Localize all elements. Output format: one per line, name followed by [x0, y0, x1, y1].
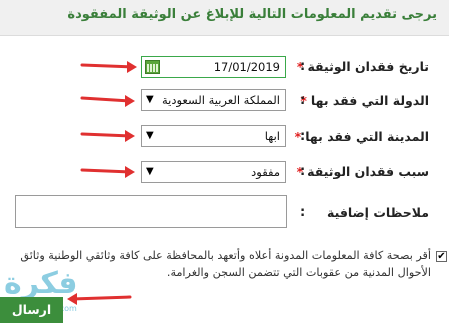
country-label: الدولة التي فقد بها*	[300, 93, 429, 108]
notes-label: ملاحظات إضافية	[327, 205, 429, 220]
notes-textarea[interactable]	[15, 195, 287, 228]
loss-date-value: 17/01/2019	[213, 60, 280, 74]
dropdown-arrow-icon: ▼	[146, 166, 154, 177]
country-value: المملكة العربية السعودية	[162, 93, 280, 107]
colon: :	[300, 164, 306, 179]
country-select[interactable]: ▼ المملكة العربية السعودية	[141, 89, 286, 111]
acknowledge-checkbox[interactable]: ✔	[436, 251, 447, 262]
colon: :	[300, 129, 306, 144]
annotation-arrow	[80, 95, 135, 107]
colon: :	[300, 93, 306, 108]
form-title: يرجى تقديم المعلومات التالية للإبلاغ عن …	[67, 7, 437, 22]
annotation-arrow	[80, 166, 135, 178]
loss-date-input[interactable]: 17/01/2019	[141, 56, 286, 78]
calendar-icon[interactable]	[145, 60, 160, 74]
reason-label: سبب فقدان الوثيقة*	[296, 164, 429, 179]
reason-select[interactable]: ▼ مفقود	[141, 161, 286, 183]
city-select[interactable]: ▼ ابها	[141, 125, 286, 147]
city-label: المدينة التي فقد بها*	[294, 129, 429, 144]
submit-button[interactable]: ارسال	[0, 297, 63, 323]
colon: :	[300, 205, 306, 220]
dropdown-arrow-icon: ▼	[146, 94, 154, 105]
annotation-arrow	[80, 61, 137, 73]
annotation-arrow	[80, 130, 135, 142]
reason-value: مفقود	[251, 165, 280, 179]
city-value: ابها	[264, 129, 280, 143]
watermark-logo: فكرة	[4, 266, 78, 301]
colon: :	[300, 59, 306, 74]
dropdown-arrow-icon: ▼	[146, 130, 154, 141]
form-header: يرجى تقديم المعلومات التالية للإبلاغ عن …	[0, 0, 449, 36]
loss-date-label: تاريخ فقدان الوثيقة*	[296, 59, 429, 74]
